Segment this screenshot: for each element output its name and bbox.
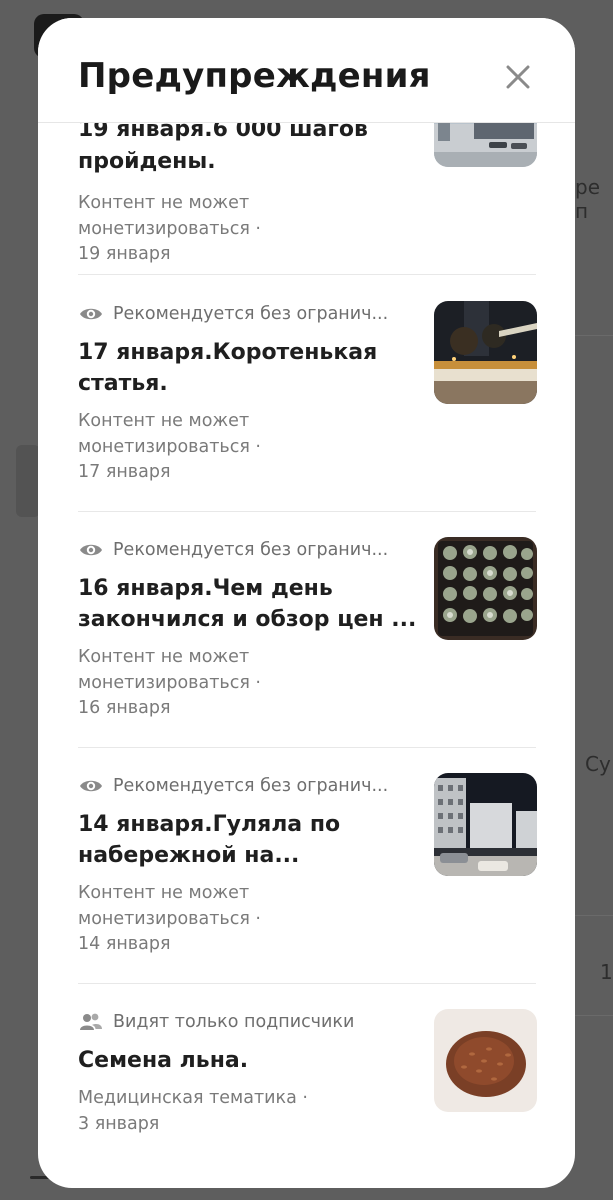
item-title: 16 января.Чем день закончился и обзор це… xyxy=(78,576,417,632)
eye-icon xyxy=(80,780,102,792)
subscribers-icon xyxy=(80,1013,102,1030)
item-badge: Видят только подписчики xyxy=(78,1009,354,1035)
cactus-tray-photo xyxy=(434,537,537,640)
item-meta: Контент не может монетизироваться · 14 я… xyxy=(78,883,261,954)
item-title: 17 января.Коротенькая статья. xyxy=(78,340,378,396)
divider xyxy=(78,511,536,512)
item-badge-text: Видят только подписчики xyxy=(113,1012,355,1032)
divider xyxy=(78,747,536,748)
item-badge-text: Рекомендуется без огранич... xyxy=(113,304,389,324)
warnings-modal: Предупреждения 19 января.6 000 шагов про… xyxy=(38,18,575,1188)
embankment-buildings-photo xyxy=(434,773,537,876)
item-title: 14 января.Гуляла по набережной на... xyxy=(78,812,341,868)
list-item[interactable]: 19 января.6 000 шагов пройдены. Контент … xyxy=(78,64,537,264)
divider xyxy=(78,983,536,984)
item-title: Семена льна. xyxy=(78,1048,249,1073)
item-meta: Контент не может монетизироваться · 17 я… xyxy=(78,411,261,482)
background-divider xyxy=(575,915,613,916)
background-card xyxy=(16,445,40,517)
item-badge-text: Рекомендуется без огранич... xyxy=(113,540,389,560)
modal-title: Предупреждения xyxy=(78,56,431,96)
close-icon xyxy=(506,65,530,89)
list-item[interactable]: Рекомендуется без огранич... 16 января.Ч… xyxy=(78,537,537,727)
item-meta: Контент не может монетизироваться · 19 я… xyxy=(78,193,261,264)
list-item[interactable]: Рекомендуется без огранич... 17 января.К… xyxy=(78,301,537,491)
background-divider xyxy=(575,335,613,336)
item-badge: Рекомендуется без огранич... xyxy=(78,301,388,327)
item-badge: Рекомендуется без огранич... xyxy=(78,773,388,799)
modal-header: Предупреждения xyxy=(38,18,575,123)
eye-icon xyxy=(80,308,102,320)
item-title: пройдены. xyxy=(78,149,216,174)
background-text: Су xyxy=(585,752,611,776)
item-badge-text: Рекомендуется без огранич... xyxy=(113,776,389,796)
background-text: 1 xyxy=(600,960,613,984)
item-badge: Рекомендуется без огранич... xyxy=(78,537,388,563)
night-park-photo xyxy=(434,301,537,404)
eye-icon xyxy=(80,544,102,556)
item-meta: Контент не может монетизироваться · 16 я… xyxy=(78,647,261,718)
flax-seeds-photo xyxy=(434,1009,537,1112)
list-item[interactable]: Видят только подписчики Семена льна. Мед… xyxy=(78,1009,537,1159)
background-text: ре п xyxy=(575,175,600,223)
background-divider xyxy=(575,1015,613,1016)
item-meta: Медицинская тематика · 3 января xyxy=(78,1088,308,1134)
close-button[interactable] xyxy=(501,60,535,94)
list-item[interactable]: Рекомендуется без огранич... 14 января.Г… xyxy=(78,773,537,963)
divider xyxy=(78,274,536,275)
